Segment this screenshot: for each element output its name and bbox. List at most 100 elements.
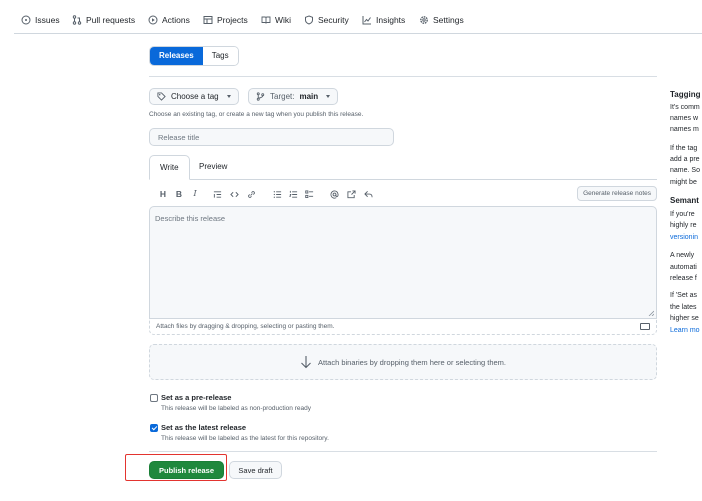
link-button[interactable]	[245, 188, 257, 200]
target-prefix: Target:	[270, 92, 295, 101]
tag-icon	[157, 92, 166, 101]
markdown-icon[interactable]	[640, 323, 650, 330]
task-list-button[interactable]	[303, 188, 315, 200]
choose-tag-label: Choose a tag	[171, 92, 219, 101]
nav-security[interactable]: Security	[304, 15, 349, 25]
description-placeholder: Describe this release	[155, 214, 226, 223]
chevron-down-icon	[226, 95, 231, 98]
branch-icon	[256, 92, 265, 101]
quote-button[interactable]	[211, 188, 223, 200]
prerelease-description: This release will be labeled as non-prod…	[161, 405, 311, 412]
nav-label: Settings	[433, 15, 464, 25]
nav-label: Security	[318, 15, 349, 25]
sidebar-text: A newly	[670, 252, 695, 259]
heading-button[interactable]: H	[157, 188, 169, 200]
release-title-placeholder: Release title	[158, 132, 200, 142]
git-pull-request-icon	[72, 15, 82, 25]
tab-underline	[149, 179, 657, 180]
target-value: main	[299, 92, 319, 101]
issue-opened-icon	[21, 15, 31, 25]
nav-label: Projects	[217, 15, 248, 25]
sidebar-text: add a pre	[670, 156, 700, 163]
sidebar-text: If 'Set as	[670, 292, 698, 299]
tagging-help-sidebar: Tagging It's comm names w names m If the…	[670, 90, 702, 350]
ordered-list-button[interactable]	[287, 188, 299, 200]
editor-tabs: Write Preview	[149, 155, 657, 180]
tag-hint: Choose an existing tag, or create a new …	[149, 111, 364, 118]
repo-nav: Issues Pull requests Actions Projects Wi…	[14, 8, 702, 34]
learn-more-link[interactable]: Learn mo	[670, 325, 700, 337]
sidebar-text: the lates	[670, 304, 697, 311]
list-ordered-icon	[288, 190, 297, 198]
list-unordered-icon	[273, 190, 281, 198]
publish-release-button[interactable]: Publish release	[149, 461, 224, 479]
tasklist-icon	[304, 189, 313, 198]
mention-icon	[329, 190, 339, 199]
sidebar-text: If the tag	[670, 145, 698, 152]
shield-icon	[304, 15, 314, 25]
nav-insights[interactable]: Insights	[362, 15, 405, 25]
tab-write[interactable]: Write	[149, 155, 190, 180]
resize-handle-icon[interactable]	[648, 310, 654, 316]
sidebar-text: automati	[670, 264, 697, 271]
divider	[149, 76, 657, 77]
unordered-list-button[interactable]	[271, 188, 283, 200]
attach-files-hint: Attach files by dragging & dropping, sel…	[156, 323, 335, 330]
quote-icon	[213, 190, 221, 198]
markdown-toolbar: H B I Generate release notes	[149, 186, 657, 202]
prerelease-checkbox[interactable]	[150, 394, 158, 402]
releases-tags-toggle: Releases Tags	[149, 46, 239, 66]
mention-button[interactable]	[328, 188, 340, 200]
bold-button[interactable]: B	[173, 188, 185, 200]
cross-reference-button[interactable]	[345, 188, 357, 200]
nav-projects[interactable]: Projects	[203, 15, 248, 25]
nav-label: Insights	[376, 15, 406, 25]
file-attachment-bar[interactable]: Attach files by dragging & dropping, sel…	[149, 318, 657, 335]
prerelease-label: Set as a pre-release	[161, 393, 232, 402]
sidebar-text: names m	[670, 126, 699, 133]
semver-link[interactable]: versionin	[670, 232, 698, 244]
generate-release-notes-button[interactable]: Generate release notes	[577, 186, 657, 201]
sidebar-text: names w	[670, 115, 699, 122]
tags-tab[interactable]: Tags	[202, 47, 238, 65]
italic-button[interactable]: I	[189, 188, 201, 200]
divider	[149, 451, 657, 452]
latest-release-checkbox[interactable]	[150, 424, 158, 432]
sidebar-text: highly re	[670, 222, 697, 229]
sidebar-text: It's comm	[670, 104, 700, 111]
sidebar-text: name. So	[670, 167, 700, 174]
book-icon	[261, 15, 271, 25]
graph-icon	[362, 15, 372, 25]
nav-label: Pull requests	[86, 15, 136, 25]
table-icon	[203, 15, 213, 25]
latest-release-description: This release will be labeled as the late…	[161, 435, 329, 442]
gear-icon	[419, 15, 429, 25]
releases-tab[interactable]: Releases	[150, 47, 203, 65]
undo-button[interactable]	[362, 188, 374, 200]
nav-label: Actions	[162, 15, 190, 25]
code-button[interactable]	[228, 188, 240, 200]
target-branch-button[interactable]: Target: main	[248, 88, 339, 105]
nav-label: Issues	[35, 15, 60, 25]
nav-pull-requests[interactable]: Pull requests	[72, 15, 135, 25]
play-icon	[148, 15, 158, 25]
sidebar-text: If you're	[670, 211, 695, 218]
arrow-down-icon	[301, 356, 311, 369]
sidebar-heading-semantic: Semant	[670, 196, 699, 205]
cross-reference-icon	[346, 189, 356, 198]
nav-wiki[interactable]: Wiki	[261, 15, 291, 25]
code-icon	[229, 191, 239, 197]
sidebar-text: higher se	[670, 315, 699, 322]
tab-preview[interactable]: Preview	[189, 155, 237, 180]
binaries-dropzone[interactable]: Attach binaries by dropping them here or…	[149, 344, 657, 380]
nav-actions[interactable]: Actions	[148, 15, 190, 25]
save-draft-button[interactable]: Save draft	[229, 461, 282, 479]
choose-tag-button[interactable]: Choose a tag	[149, 88, 239, 105]
chevron-down-icon	[326, 95, 331, 98]
release-title-input[interactable]: Release title	[149, 128, 394, 146]
nav-issues[interactable]: Issues	[21, 15, 60, 25]
reply-icon	[363, 190, 373, 197]
nav-settings[interactable]: Settings	[419, 15, 464, 25]
release-description-textarea[interactable]: Describe this release	[149, 206, 657, 319]
sidebar-text: release f	[670, 275, 697, 282]
